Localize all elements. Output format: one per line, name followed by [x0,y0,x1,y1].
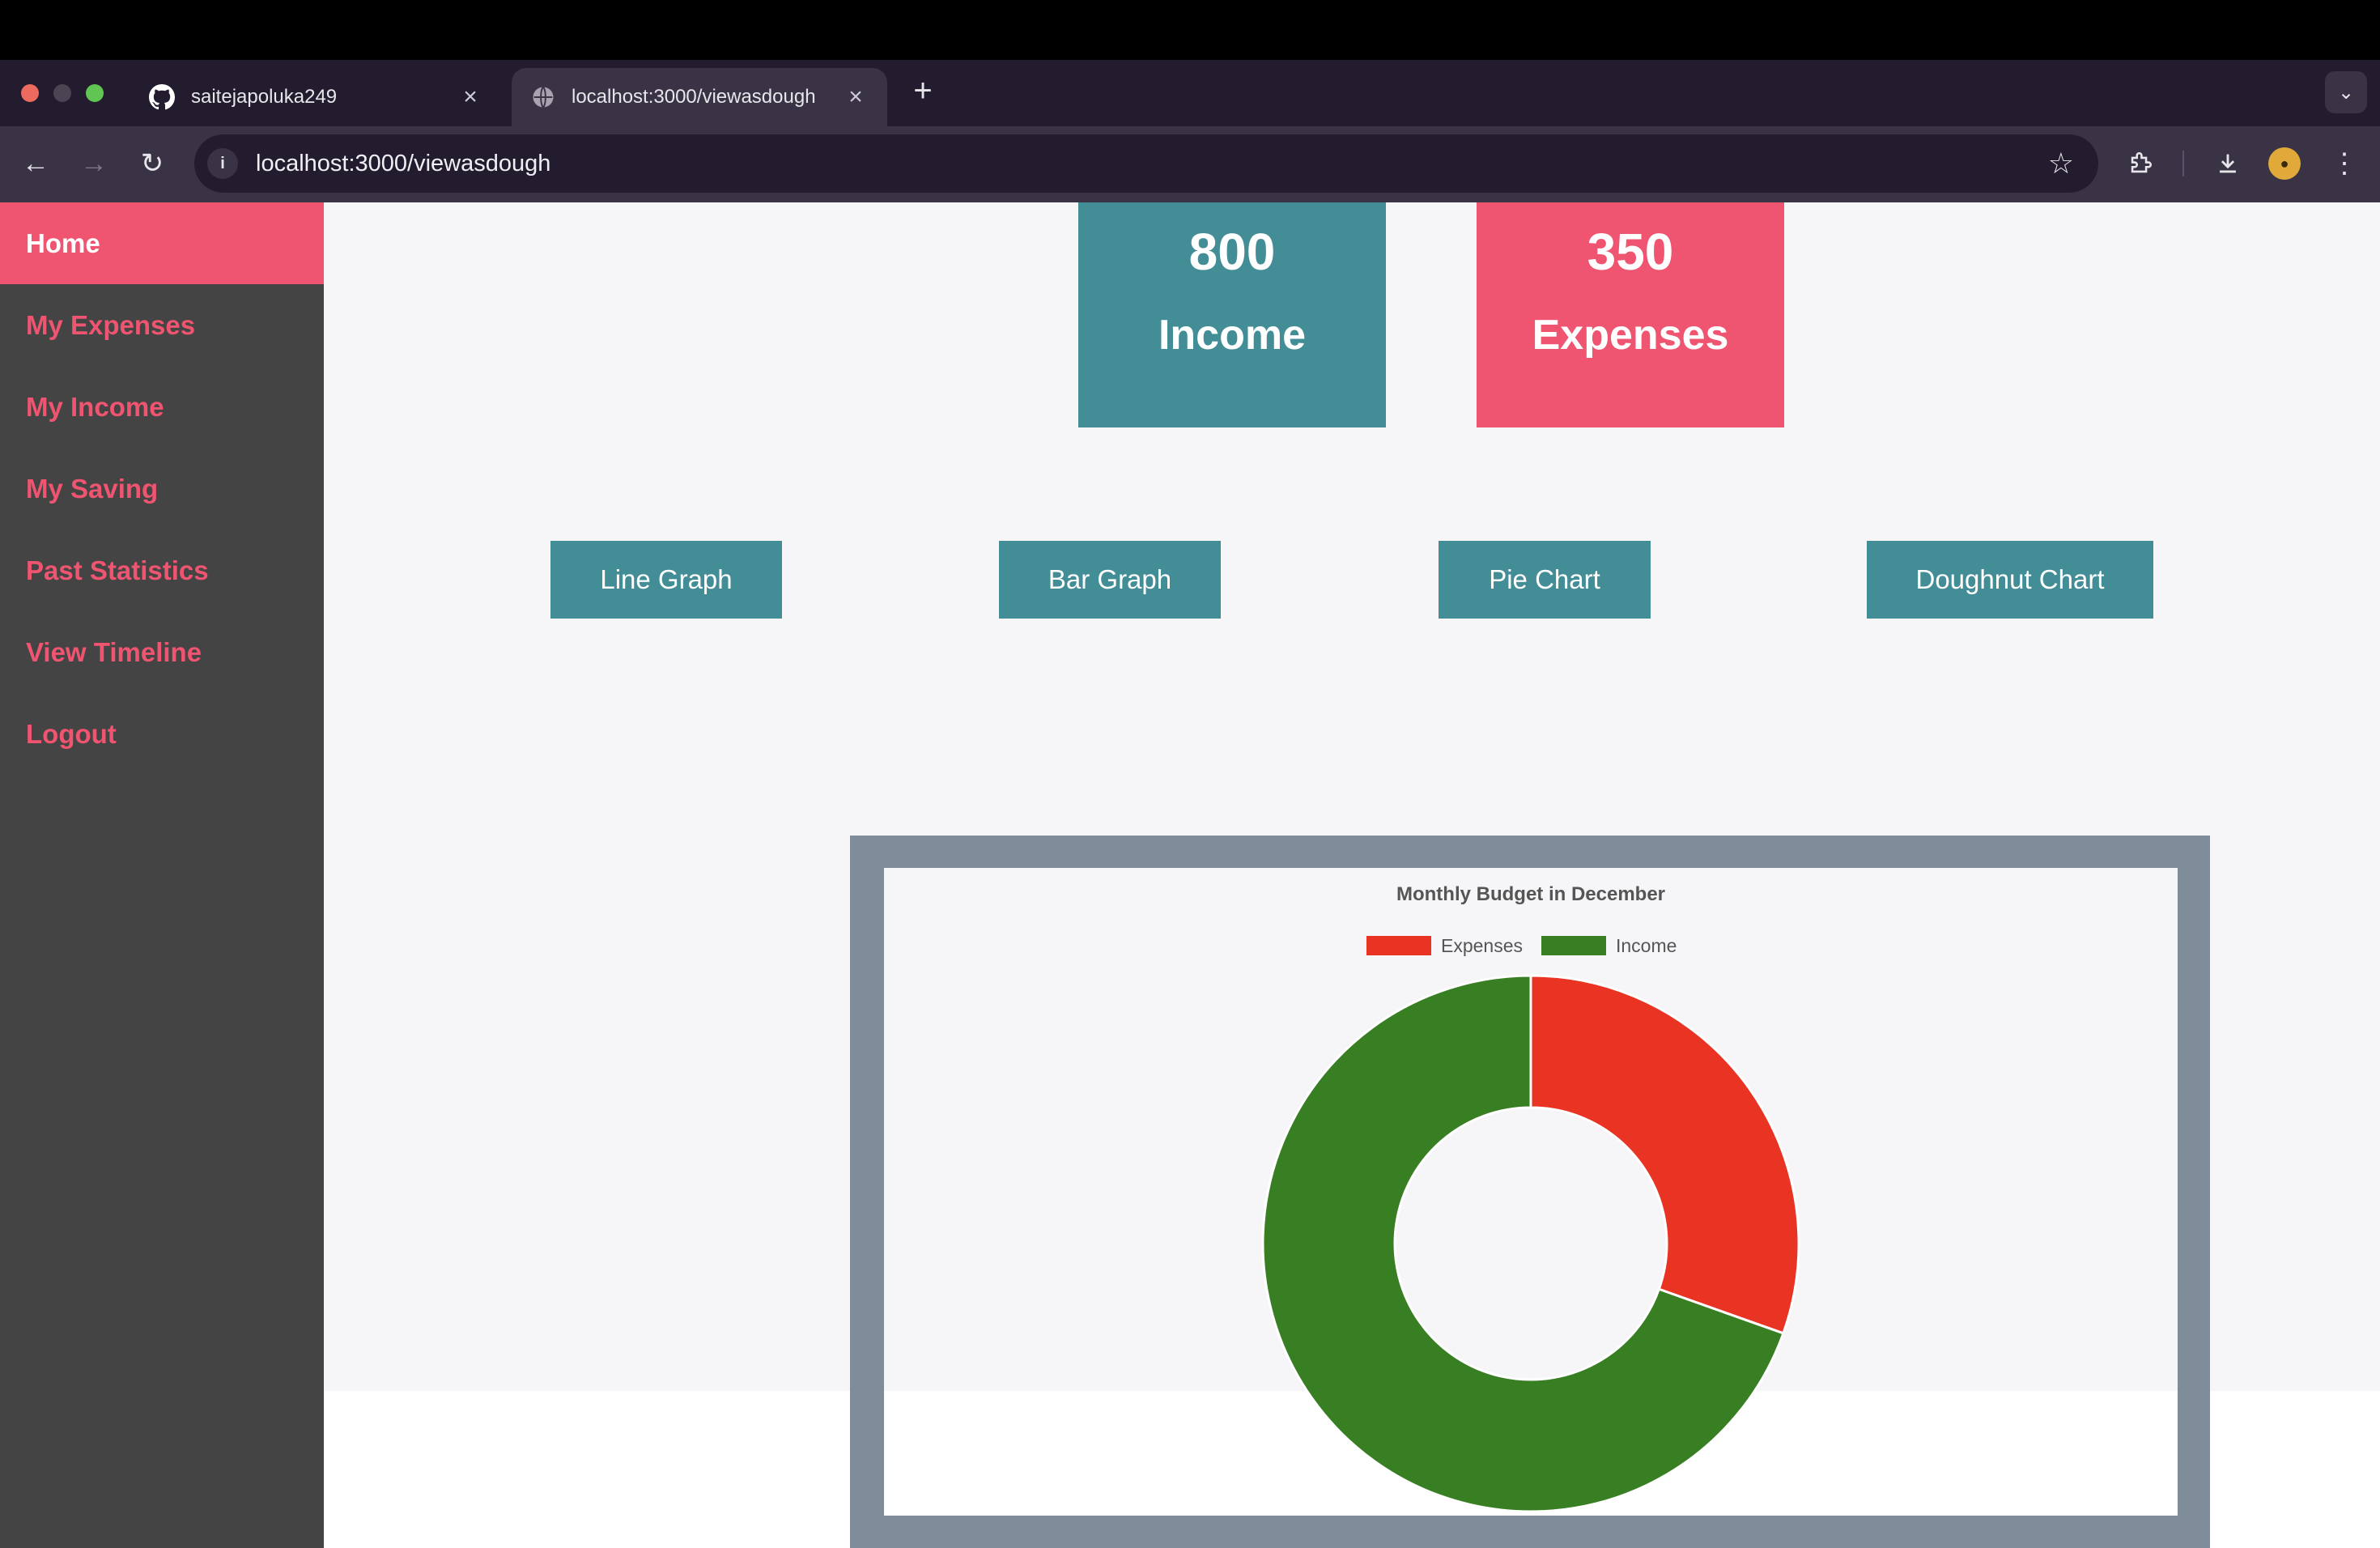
chart-container: Monthly Budget in December Expenses Incom… [884,868,2178,1516]
legend-label-expenses: Expenses [1441,935,1523,956]
url-text[interactable]: localhost:3000/viewasdough [256,151,2048,177]
sidebar-item-view-timeline[interactable]: View Timeline [0,611,324,693]
sidebar-item-my-expenses[interactable]: My Expenses [0,284,324,366]
tab-localhost[interactable]: localhost:3000/viewasdough × [512,68,887,126]
globe-icon [533,86,554,108]
sidebar-item-my-income[interactable]: My Income [0,366,324,448]
maximize-window-button[interactable] [86,84,104,102]
tab-title: saitejapoluka249 [191,86,338,108]
legend-swatch-expenses[interactable] [1366,936,1431,955]
doughnut-slice-expenses[interactable] [1529,974,1800,1335]
forward-icon[interactable]: → [73,142,115,185]
chart-title: Monthly Budget in December [1396,883,1665,905]
line-graph-button[interactable]: Line Graph [550,541,782,619]
legend-label-income: Income [1616,935,1677,956]
doughnut-chart-button[interactable]: Doughnut Chart [1867,541,2153,619]
legend-swatch-income[interactable] [1541,936,1606,955]
income-amount: 800 [1188,223,1276,281]
close-tab-icon[interactable]: × [458,83,482,111]
profile-avatar[interactable]: ● [2268,147,2301,180]
page-viewport: Home My Expenses My Income My Saving Pas… [0,202,2380,1548]
sidebar-item-home[interactable]: Home [0,202,324,284]
expenses-label: Expenses [1532,312,1729,359]
bar-graph-button[interactable]: Bar Graph [999,541,1221,619]
sidebar-item-logout[interactable]: Logout [0,693,324,775]
income-card: 800 Income [1078,202,1386,427]
site-info-icon[interactable]: i [207,148,238,179]
sidebar: Home My Expenses My Income My Saving Pas… [0,202,324,1548]
income-label: Income [1158,312,1307,359]
new-tab-button[interactable]: + [905,73,941,109]
menu-kebab-icon[interactable]: ⋮ [2323,142,2365,185]
expenses-card: 350 Expenses [1477,202,1784,427]
address-bar[interactable]: i localhost:3000/viewasdough ☆ [194,134,2098,193]
close-tab-icon[interactable]: × [844,83,868,111]
tab-title: localhost:3000/viewasdough [572,86,816,108]
reload-icon[interactable]: ↻ [131,142,173,185]
toolbar-divider [2182,151,2184,176]
tab-search-chevron-icon[interactable]: ⌄ [2325,71,2367,113]
minimize-window-button[interactable] [53,84,71,102]
pie-chart-button[interactable]: Pie Chart [1439,541,1651,619]
chart-slices [1261,974,1800,1513]
tab-github[interactable]: saitejapoluka249 × [130,68,502,126]
chart-legend: Expenses Income [1366,935,1677,956]
extensions-puzzle-icon[interactable] [2119,142,2161,185]
expenses-amount: 350 [1587,223,1674,281]
close-window-button[interactable] [21,84,39,102]
sidebar-item-my-saving[interactable]: My Saving [0,448,324,529]
sidebar-item-past-statistics[interactable]: Past Statistics [0,529,324,611]
github-icon [149,84,175,110]
doughnut-chart: Monthly Budget in December Expenses Incom… [1261,883,1800,1513]
download-icon[interactable] [2207,142,2249,185]
screen-top-bar [0,0,2380,60]
back-icon[interactable]: ← [15,142,57,185]
bookmark-star-icon[interactable]: ☆ [2048,147,2074,181]
